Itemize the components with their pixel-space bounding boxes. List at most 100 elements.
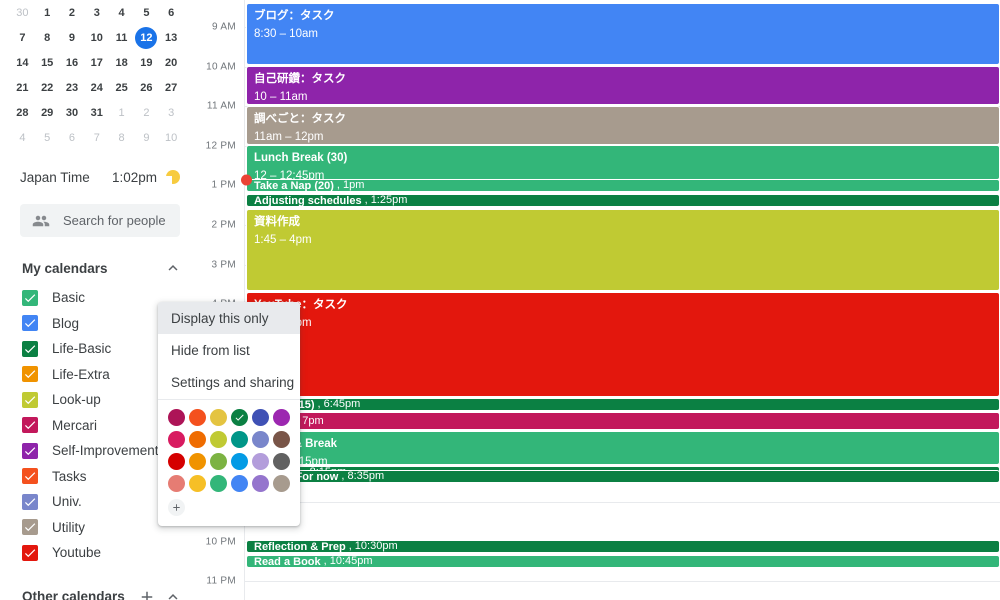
color-swatch[interactable] xyxy=(168,475,185,492)
color-swatch-palette[interactable] xyxy=(158,400,300,526)
mini-cal-day[interactable]: 21 xyxy=(10,75,35,100)
mini-cal-day[interactable]: 2 xyxy=(60,0,85,25)
calendar-event[interactable]: 資料作成 1:45 – 4pm xyxy=(246,209,1000,291)
calendar-checkbox[interactable] xyxy=(22,340,38,357)
calendar-event[interactable]: 調べごと：タスク 11am – 12pm xyxy=(246,106,1000,145)
mini-cal-day[interactable]: 28 xyxy=(10,100,35,125)
mini-cal-day[interactable]: 9 xyxy=(134,125,159,150)
mini-cal-day[interactable]: 24 xyxy=(84,75,109,100)
search-people-input[interactable]: Search for people xyxy=(20,204,180,237)
calendar-event[interactable]: Take a Nap (20), 1pm xyxy=(246,179,1000,192)
chevron-up-icon[interactable] xyxy=(160,255,186,281)
calendar-checkbox[interactable] xyxy=(22,468,38,485)
mini-cal-day[interactable]: 3 xyxy=(84,0,109,25)
mini-cal-day[interactable]: 13 xyxy=(159,25,184,50)
color-swatch[interactable] xyxy=(189,409,206,426)
mini-cal-day[interactable]: 16 xyxy=(60,50,85,75)
mini-cal-day[interactable]: 30 xyxy=(10,0,35,25)
mini-cal-day[interactable]: 30 xyxy=(60,100,85,125)
mini-cal-day[interactable]: 11 xyxy=(109,25,134,50)
add-custom-color-button[interactable] xyxy=(168,499,185,516)
color-swatch[interactable] xyxy=(189,431,206,448)
calendar-checkbox[interactable] xyxy=(22,442,38,459)
mini-cal-day[interactable]: 1 xyxy=(35,0,60,25)
context-menu-item[interactable]: Hide from list xyxy=(158,334,300,366)
calendar-checkbox[interactable] xyxy=(22,315,38,332)
mini-cal-day[interactable]: 5 xyxy=(134,0,159,25)
calendar-event[interactable]: Notes：For now, 8:35pm xyxy=(246,470,1000,483)
color-swatch[interactable] xyxy=(273,431,290,448)
mini-cal-day[interactable]: 17 xyxy=(84,50,109,75)
mini-cal-day[interactable]: 27 xyxy=(159,75,184,100)
calendar-list-item[interactable]: Youtube xyxy=(0,540,200,566)
calendar-checkbox[interactable] xyxy=(22,544,38,561)
calendar-event[interactable]: Reflection & Prep, 10:30pm xyxy=(246,540,1000,553)
mini-cal-day[interactable]: 3 xyxy=(159,100,184,125)
mini-cal-day[interactable]: 6 xyxy=(159,0,184,25)
mini-cal-day[interactable]: 23 xyxy=(60,75,85,100)
mini-cal-day[interactable]: 14 xyxy=(10,50,35,75)
calendar-event[interactable]: ブログ：タスク 8:30 – 10am xyxy=(246,3,1000,65)
mini-cal-day[interactable]: 26 xyxy=(134,75,159,100)
mini-month-calendar[interactable]: 30 1 2 3 4 5 6 7 8 9 10 11 12 13 14 15 16 17 18 19 20 21 22 23 2… xyxy=(0,0,200,150)
color-swatch[interactable] xyxy=(231,475,248,492)
color-swatch[interactable] xyxy=(231,453,248,470)
mini-cal-day[interactable]: 4 xyxy=(10,125,35,150)
color-swatch[interactable] xyxy=(273,409,290,426)
color-swatch[interactable] xyxy=(252,409,269,426)
color-swatch[interactable] xyxy=(210,475,227,492)
calendar-checkbox[interactable] xyxy=(22,417,38,434)
mini-cal-day[interactable]: 31 xyxy=(84,100,109,125)
calendar-event[interactable]: Stretch (15), 6:45pm xyxy=(246,398,1000,411)
mini-cal-day[interactable]: 6 xyxy=(60,125,85,150)
context-menu-item[interactable]: Display this only xyxy=(158,302,300,334)
mini-cal-day[interactable]: 7 xyxy=(10,25,35,50)
calendar-context-menu[interactable]: Display this only Hide from list Settings … xyxy=(158,302,300,526)
color-swatch[interactable] xyxy=(168,431,185,448)
calendar-event[interactable]: YouTube：タスク4 – 6:30pm xyxy=(246,292,1000,397)
calendar-checkbox[interactable] xyxy=(22,493,38,510)
mini-cal-day[interactable]: 19 xyxy=(134,50,159,75)
mini-cal-day[interactable]: 8 xyxy=(35,25,60,50)
mini-cal-day[interactable]: 10 xyxy=(84,25,109,50)
mini-cal-day[interactable]: 1 xyxy=(109,100,134,125)
color-swatch[interactable] xyxy=(231,431,248,448)
calendar-checkbox[interactable] xyxy=(22,366,38,383)
color-swatch[interactable] xyxy=(252,431,269,448)
color-swatch[interactable] xyxy=(210,409,227,426)
mini-cal-day[interactable]: 29 xyxy=(35,100,60,125)
color-swatch[interactable] xyxy=(252,453,269,470)
calendar-event[interactable]: Adjusting schedules, 1:25pm xyxy=(246,194,1000,207)
color-swatch[interactable] xyxy=(168,409,185,426)
other-calendars-header[interactable]: Other calendars xyxy=(0,580,200,600)
my-calendars-header[interactable]: My calendars xyxy=(0,251,200,285)
mini-cal-day[interactable]: 25 xyxy=(109,75,134,100)
mini-cal-day[interactable]: 10 xyxy=(159,125,184,150)
color-swatch[interactable] xyxy=(210,431,227,448)
calendar-event[interactable]: 自己研鑽：タスク 10 – 11am xyxy=(246,66,1000,105)
mini-cal-day[interactable]: 2 xyxy=(134,100,159,125)
mini-cal-day[interactable]: 5 xyxy=(35,125,60,150)
calendar-event[interactable]: Lunch Break (30) 12 – 12:45pm xyxy=(246,145,1000,180)
calendar-checkbox[interactable] xyxy=(22,519,38,536)
calendar-checkbox[interactable] xyxy=(22,391,38,408)
mini-cal-day[interactable]: 7 xyxy=(84,125,109,150)
calendar-event[interactable]: Read a Book, 10:45pm xyxy=(246,555,1000,568)
color-swatch-selected[interactable] xyxy=(231,409,248,426)
color-swatch[interactable] xyxy=(210,453,227,470)
mini-cal-day[interactable]: 18 xyxy=(109,50,134,75)
chevron-up-icon[interactable] xyxy=(160,584,186,600)
mini-cal-day-today[interactable]: 12 xyxy=(135,26,158,49)
mini-cal-day[interactable]: 20 xyxy=(159,50,184,75)
calendar-event[interactable]: Dinner & Break7:15 – 8:15pm xyxy=(246,431,1000,465)
mini-cal-day[interactable]: 9 xyxy=(60,25,85,50)
calendar-event[interactable]: Mercari, 7pm xyxy=(246,412,1000,430)
color-swatch[interactable] xyxy=(189,475,206,492)
mini-cal-day[interactable]: 15 xyxy=(35,50,60,75)
plus-icon[interactable] xyxy=(134,584,160,600)
color-swatch[interactable] xyxy=(168,453,185,470)
context-menu-item[interactable]: Settings and sharing xyxy=(158,366,300,398)
calendar-checkbox[interactable] xyxy=(22,289,38,306)
color-swatch[interactable] xyxy=(273,475,290,492)
mini-cal-day[interactable]: 4 xyxy=(109,0,134,25)
